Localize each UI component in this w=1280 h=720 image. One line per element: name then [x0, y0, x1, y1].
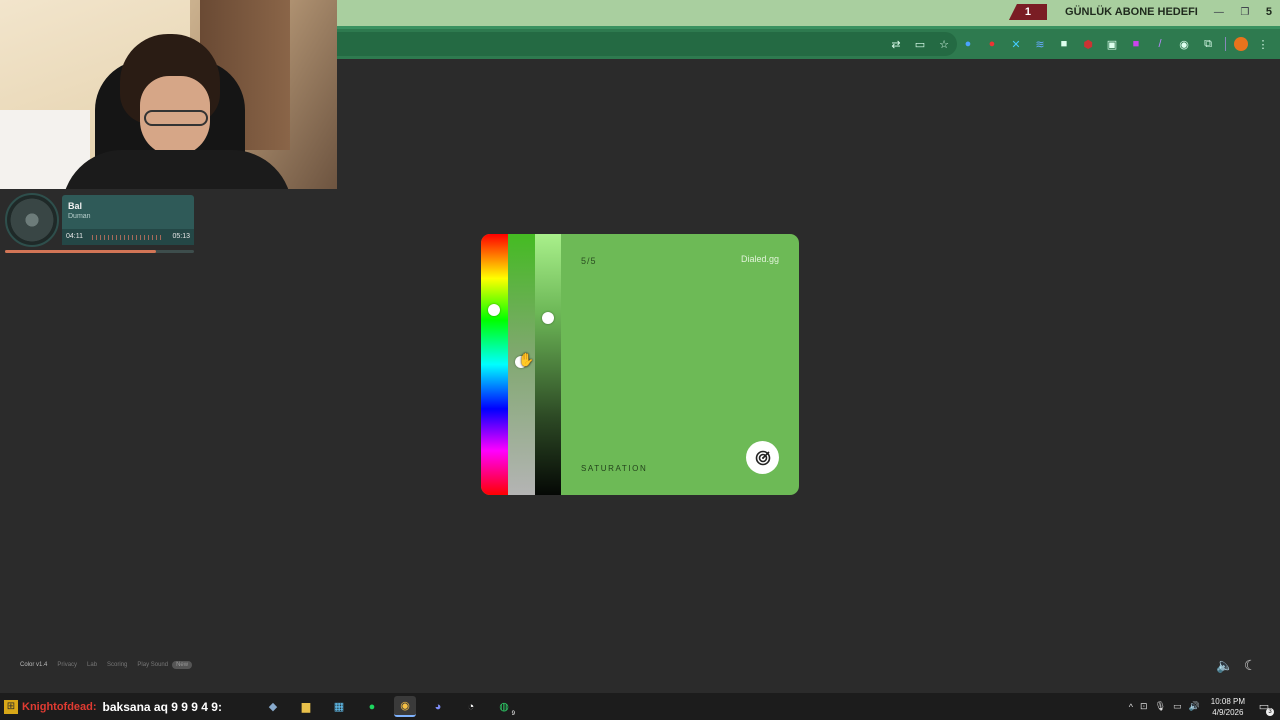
- spotify-icon[interactable]: ●: [361, 696, 383, 717]
- copilot-icon[interactable]: ◆: [262, 696, 284, 717]
- whatsapp-icon[interactable]: ◍ 9: [493, 696, 515, 717]
- lightness-slider[interactable]: [535, 234, 561, 495]
- extensions-puzzle-icon[interactable]: ⧉: [1199, 35, 1217, 53]
- ticker-message: baksana aq 9 9 9 4 9:: [102, 700, 222, 714]
- footer-link-lab[interactable]: Lab: [87, 662, 97, 668]
- tray-volume-icon[interactable]: 🔊: [1189, 701, 1200, 712]
- now-playing-card: Bal Duman 04:11 05:13: [62, 195, 194, 245]
- song-title: Bal: [68, 201, 83, 211]
- round-counter: 5/5: [581, 256, 597, 266]
- toolbar-separator: [1225, 37, 1226, 51]
- mode-label: SATURATION: [581, 464, 648, 473]
- goal-target: 5: [1265, 6, 1272, 18]
- taskbar-apps: ◆ ▆ ▦ ● ◉ ◕ ◔ ◍ 9: [262, 696, 515, 717]
- page-footer: Color v1.4 Privacy Lab Scoring Play Soun…: [20, 660, 193, 670]
- elapsed-time: 04:11: [66, 233, 83, 240]
- target-icon: [755, 450, 770, 465]
- dark-mode-moon-icon[interactable]: ☾: [1244, 657, 1257, 674]
- song-artist: Duman: [68, 213, 91, 220]
- whatsapp-badge: 9: [511, 711, 515, 717]
- footer-link-play-sound[interactable]: Play Sound: [137, 662, 168, 668]
- file-explorer-icon[interactable]: ▆: [295, 696, 317, 717]
- now-playing-widget: Bal Duman 04:11 05:13: [5, 193, 194, 253]
- chrome-icon[interactable]: ◉: [394, 696, 416, 717]
- translate-icon[interactable]: ⇄: [887, 35, 905, 53]
- color-picker-card: ✋ 5/5 Dialed.gg SATURATION: [481, 234, 799, 495]
- sound-toggle-icon[interactable]: 🔈: [1216, 657, 1233, 674]
- extension-eye-icon[interactable]: ◉: [1175, 35, 1193, 53]
- screen: 1 GÜNLÜK ABONE HEDEFI — ❐ 5 ⇄ ▭ ☆ ● ● ✕ …: [0, 0, 1280, 720]
- clock[interactable]: 10:08 PM 4/9/2026: [1211, 696, 1245, 718]
- minimize-icon[interactable]: —: [1206, 7, 1232, 18]
- tray-chevron-up-icon[interactable]: ^: [1129, 702, 1133, 712]
- stopwatch-icon[interactable]: ◔: [460, 696, 482, 717]
- clock-time: 10:08 PM: [1210, 696, 1245, 706]
- song-progress-fill: [5, 250, 157, 253]
- new-badge: New: [172, 661, 193, 669]
- goal-count: 1: [1008, 4, 1048, 20]
- brand-link[interactable]: Dialed.gg: [741, 254, 779, 264]
- extension-dark-icon[interactable]: ■: [1055, 35, 1073, 53]
- webcam-overlay: [0, 0, 337, 189]
- bookmark-star-icon[interactable]: ☆: [935, 35, 953, 53]
- extension-blue-icon[interactable]: ●: [959, 35, 977, 53]
- subscriber-goal-overlay: 1 GÜNLÜK ABONE HEDEFI — ❐ 5: [1008, 4, 1280, 20]
- store-icon[interactable]: ▦: [328, 696, 350, 717]
- footer-link-privacy[interactable]: Privacy: [57, 662, 77, 668]
- taskbar-ticker: ⊞ Knightofdead: baksana aq 9 9 9 4 9:: [4, 697, 222, 717]
- start-menu-icon[interactable]: ⊞: [4, 700, 18, 714]
- ublock-icon[interactable]: ⬢: [1079, 35, 1097, 53]
- extension-red-icon[interactable]: ●: [983, 35, 1001, 53]
- os-taskbar: ⊞ Knightofdead: baksana aq 9 9 9 4 9: ◆ …: [0, 693, 1280, 720]
- tray-network-icon[interactable]: ▭: [1173, 701, 1182, 712]
- album-art-disc: [5, 193, 59, 247]
- notification-count: 3: [1266, 708, 1274, 716]
- footer-link-scoring[interactable]: Scoring: [107, 662, 127, 668]
- webcam-glasses: [144, 110, 208, 126]
- address-bar[interactable]: [337, 32, 957, 56]
- system-tray: ^ ⊡ 🎙 ▭ 🔊 10:08 PM 4/9/2026 ▭ 3: [1129, 695, 1274, 718]
- goal-label: GÜNLÜK ABONE HEDEFI: [1065, 6, 1198, 18]
- webcam-shirt: [62, 150, 292, 189]
- grab-cursor-icon: ✋: [518, 352, 535, 367]
- toolbar-icons: ⇄ ▭ ☆ ● ● ✕ ≋ ■ ⬢ ▣ ■ / ◉ ⧉ ⋮: [887, 33, 1272, 55]
- tray-usb-icon[interactable]: ⊡: [1140, 701, 1148, 712]
- ticker-username: Knightofdead:: [22, 701, 97, 713]
- clock-date: 4/9/2026: [1212, 707, 1244, 717]
- extension-purple-icon[interactable]: ■: [1127, 35, 1145, 53]
- restore-icon[interactable]: ❐: [1232, 7, 1258, 18]
- waveform-icon: [92, 235, 162, 240]
- lightness-slider-handle[interactable]: [542, 311, 554, 324]
- discord-icon[interactable]: ◕: [427, 696, 449, 717]
- song-progress-bar: [5, 250, 194, 253]
- extension-pen-icon[interactable]: /: [1151, 35, 1169, 53]
- notification-icon[interactable]: ▭ 3: [1256, 700, 1274, 716]
- submit-target-button[interactable]: [746, 441, 779, 474]
- extension-screen-icon[interactable]: ▣: [1103, 35, 1121, 53]
- hue-slider[interactable]: [481, 234, 508, 495]
- tray-mic-icon[interactable]: 🎙: [1155, 701, 1166, 712]
- time-bar: 04:11 05:13: [62, 229, 194, 245]
- browser-tab-strip: 1 GÜNLÜK ABONE HEDEFI — ❐ 5: [337, 0, 1280, 26]
- menu-kebab-icon[interactable]: ⋮: [1254, 35, 1272, 53]
- profile-avatar[interactable]: [1234, 37, 1248, 51]
- version-label: Color v1.4: [20, 662, 48, 668]
- browser-toolbar: ⇄ ▭ ☆ ● ● ✕ ≋ ■ ⬢ ▣ ■ / ◉ ⧉ ⋮: [337, 26, 1280, 59]
- total-time: 05:13: [172, 233, 190, 240]
- extension-wave-icon[interactable]: ≋: [1031, 35, 1049, 53]
- hue-slider-handle[interactable]: [488, 303, 500, 316]
- extension-translate-icon[interactable]: ✕: [1007, 35, 1025, 53]
- cast-icon[interactable]: ▭: [911, 35, 929, 53]
